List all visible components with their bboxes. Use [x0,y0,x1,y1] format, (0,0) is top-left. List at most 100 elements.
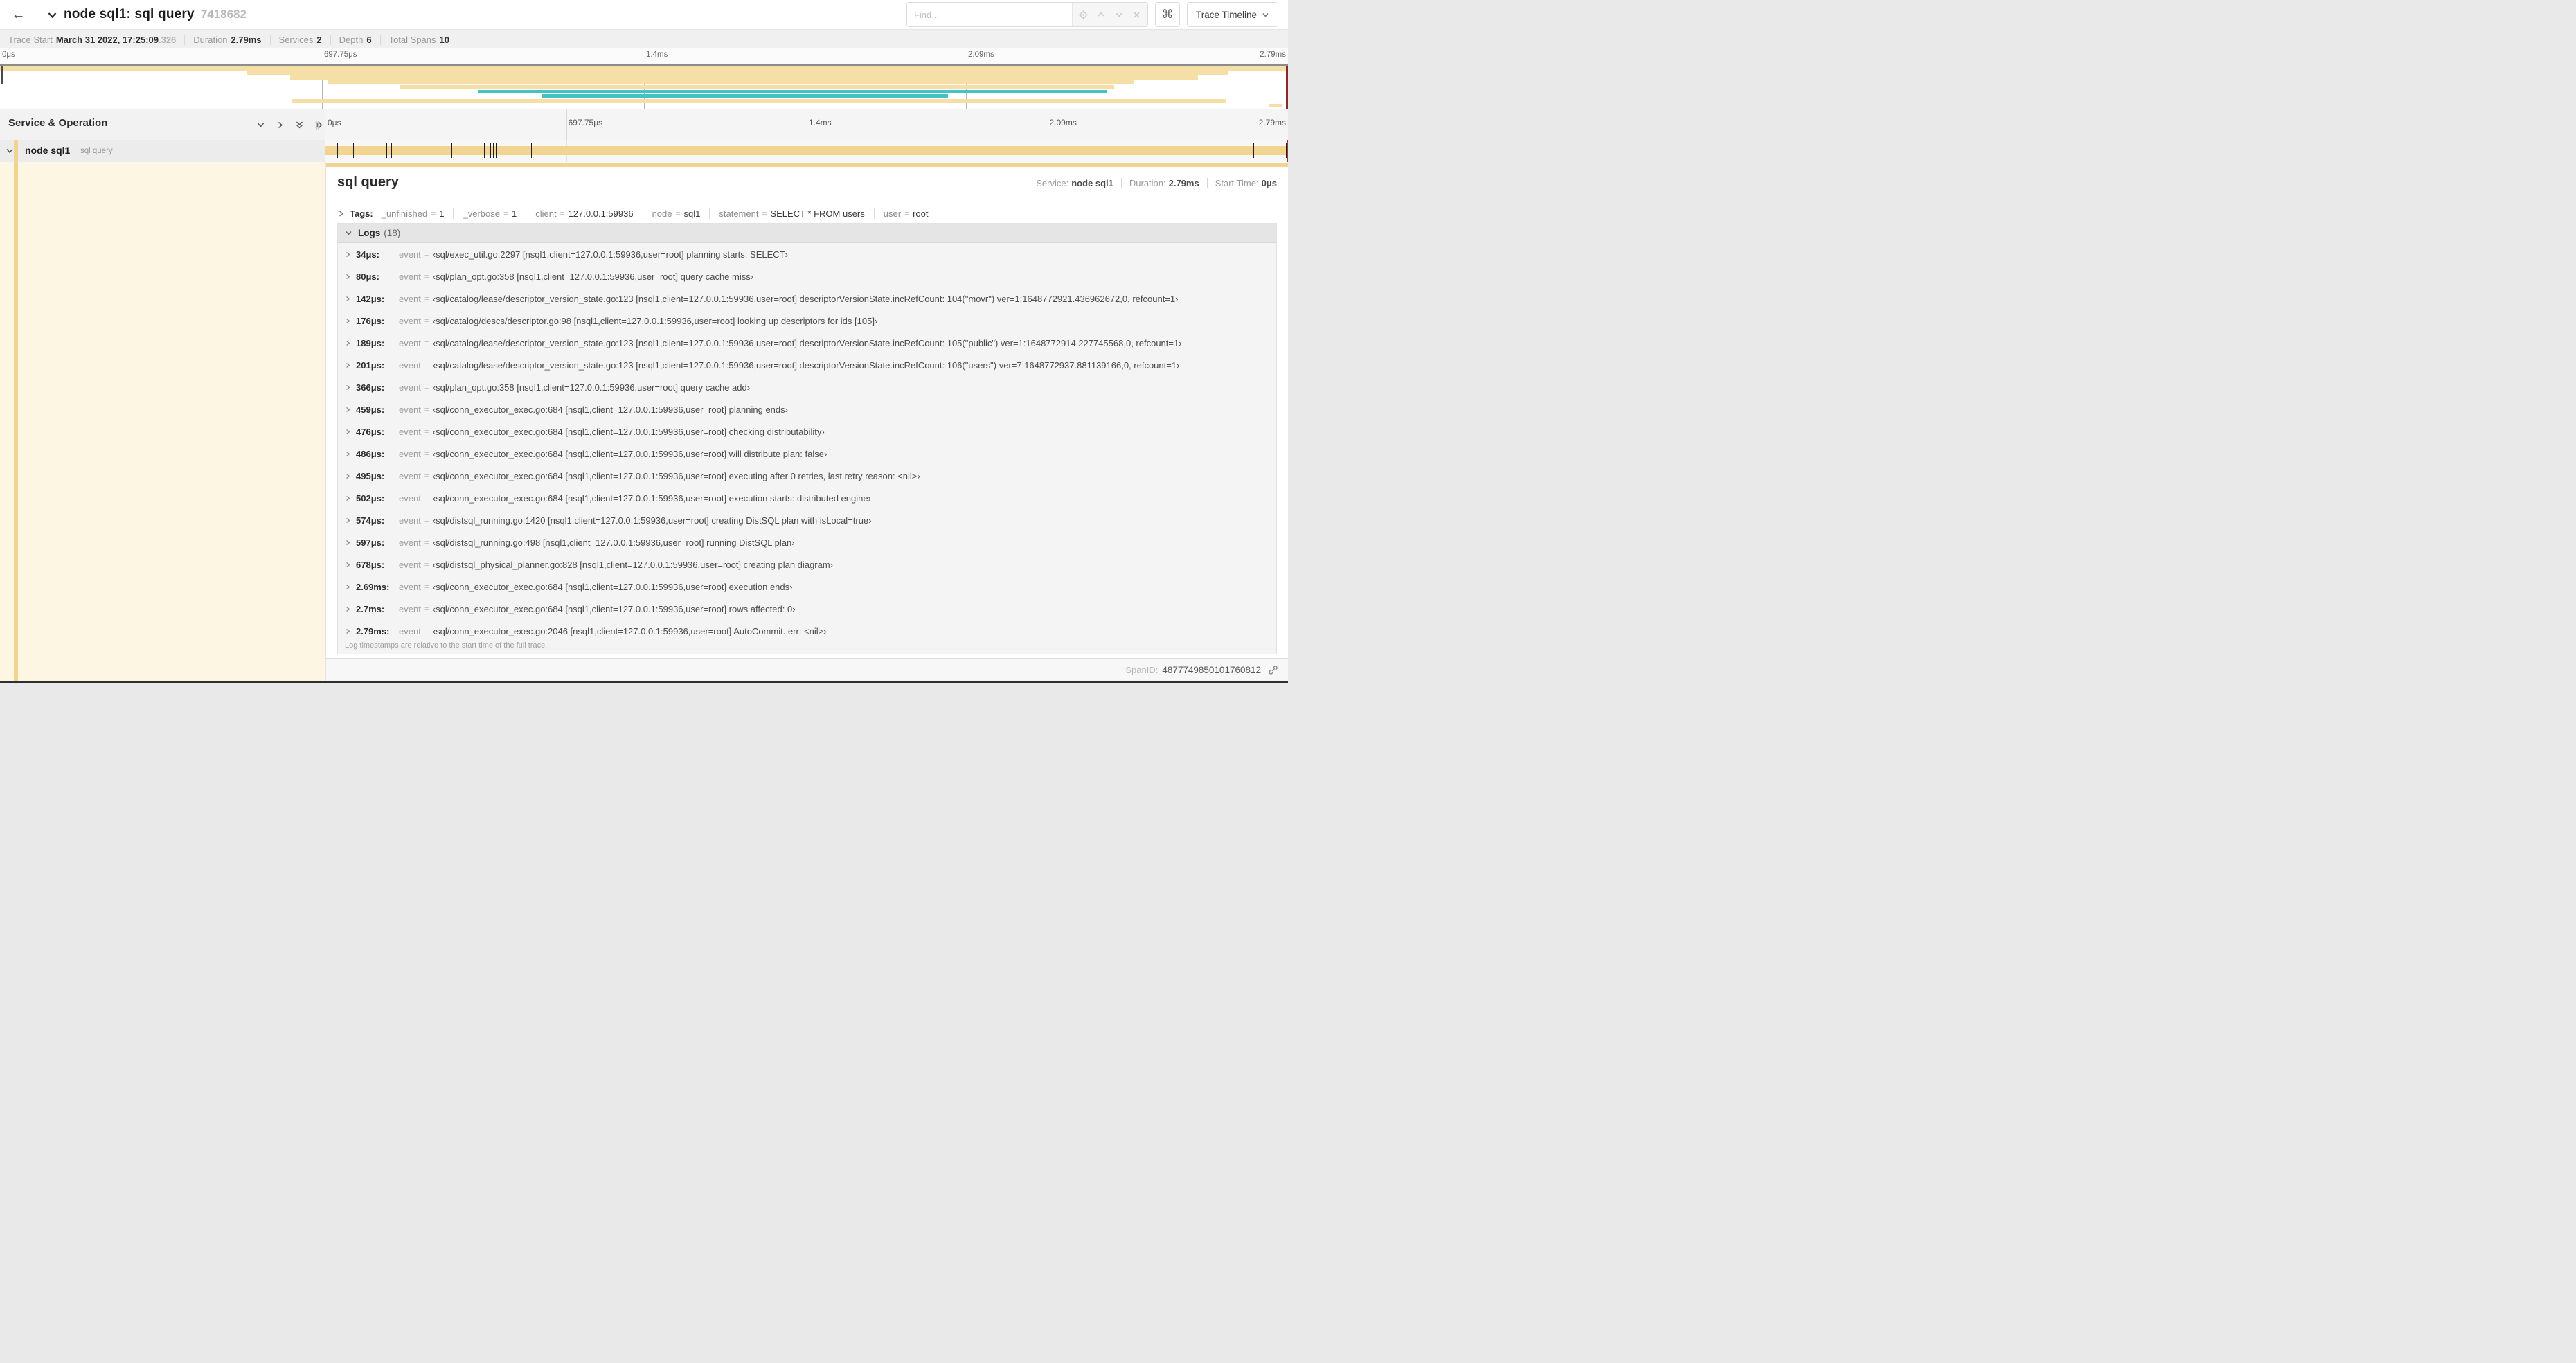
ruler-tick-label: 1.4ms [809,118,832,127]
tags-expand-icon[interactable] [337,210,345,217]
log-expand-icon[interactable] [345,451,351,457]
log-equals: = [424,427,429,436]
service-name: node sql1 [25,145,71,156]
log-expand-icon[interactable] [345,318,351,324]
row-collapse-icon[interactable] [6,147,14,155]
log-expand-icon[interactable] [345,517,351,524]
trace-info-label: Duration [193,34,228,45]
log-expand-icon[interactable] [345,251,351,258]
log-timestamp: 459μs: [356,404,385,415]
log-event-value: ‹sql/distsql_running.go:498 [nsql1,clien… [432,537,795,548]
trace-info-label: Trace Start [8,34,53,45]
minimap-left-scrubber[interactable] [1,66,3,84]
logs-footer-note: Log timestamps are relative to the start… [345,641,548,650]
log-row[interactable]: 2.7ms: event = ‹sql/conn_executor_exec.g… [338,598,1276,620]
collapse-all-icon[interactable] [294,119,305,130]
log-expand-icon[interactable] [345,384,351,391]
log-expand-icon[interactable] [345,495,351,501]
log-row[interactable]: 495μs: event = ‹sql/conn_executor_exec.g… [338,465,1276,487]
log-row[interactable]: 80μs: event = ‹sql/plan_opt.go:358 [nsql… [338,265,1276,287]
log-timestamp: 80μs: [356,271,379,282]
trace-timeline-dropdown[interactable]: Trace Timeline [1186,2,1278,27]
span-meta-item: Duration: 2.79ms [1120,178,1199,188]
log-timestamp: 2.79ms: [356,625,390,636]
log-expand-icon[interactable] [345,429,351,435]
log-event-key: event [399,249,421,260]
tags-row[interactable]: Tags: _unfinished = 1 _verbose = 1 clien… [337,204,1277,222]
log-expand-icon[interactable] [345,473,351,479]
log-expand-icon[interactable] [345,562,351,568]
log-equals: = [424,604,429,614]
find-group [906,2,1148,27]
log-row[interactable]: 142μs: event = ‹sql/catalog/lease/descri… [338,287,1276,310]
logs-header[interactable]: Logs (18) [338,224,1276,243]
log-event-key: event [399,359,421,371]
logs-collapse-icon[interactable] [345,229,352,237]
trace-info-extra: .326 [158,34,177,45]
log-row[interactable]: 176μs: event = ‹sql/catalog/descs/descri… [338,310,1276,332]
log-expand-icon[interactable] [345,540,351,546]
column-resizer-grip[interactable]: ∥ [315,119,320,130]
log-expand-icon[interactable] [345,407,351,413]
log-row[interactable]: 366μs: event = ‹sql/plan_opt.go:358 [nsq… [338,376,1276,398]
back-button[interactable]: ← [0,0,37,29]
log-expand-icon[interactable] [345,606,351,612]
span-duration-bar[interactable] [325,146,1288,155]
log-expand-icon[interactable] [345,296,351,302]
header-actions: ⌘ Trace Timeline [906,0,1278,29]
log-row[interactable]: 189μs: event = ‹sql/catalog/lease/descri… [338,332,1276,354]
log-row[interactable]: 597μs: event = ‹sql/distsql_running.go:4… [338,531,1276,553]
log-row[interactable]: 476μs: event = ‹sql/conn_executor_exec.g… [338,420,1276,443]
minimap-right-scrubber[interactable] [1286,66,1288,109]
next-result-icon[interactable] [1112,6,1126,23]
span-row-timeline[interactable] [325,140,1288,193]
log-event-value: ‹sql/conn_executor_exec.go:684 [nsql1,cl… [432,470,920,481]
locate-icon[interactable] [1077,6,1091,23]
log-expand-icon[interactable] [345,362,351,368]
log-row[interactable]: 486μs: event = ‹sql/conn_executor_exec.g… [338,443,1276,465]
log-row[interactable]: 201μs: event = ‹sql/catalog/lease/descri… [338,354,1276,376]
log-expand-icon[interactable] [345,628,351,634]
log-expand-icon[interactable] [345,584,351,590]
log-expand-icon[interactable] [345,340,351,346]
log-timestamp: 502μs: [356,492,385,504]
chevron-down-icon[interactable] [47,10,57,20]
timeline-ruler: 0μs 697.75μs 1.4ms 2.09ms 2.79ms [325,109,1288,140]
log-row[interactable]: 459μs: event = ‹sql/conn_executor_exec.g… [338,398,1276,420]
log-event-tick [337,143,338,158]
log-event-tick [496,143,497,158]
log-timestamp: 189μs: [356,337,385,348]
log-event-key: event [399,293,421,304]
prev-result-icon[interactable] [1094,6,1108,23]
log-row[interactable]: 34μs: event = ‹sql/exec_util.go:2297 [ns… [338,243,1276,265]
collapse-one-icon[interactable] [255,119,266,130]
log-event-tick [386,143,387,158]
expand-one-icon[interactable] [274,119,285,130]
keyboard-shortcuts-button[interactable]: ⌘ [1154,2,1180,27]
find-input[interactable] [906,3,1072,26]
minimap-span-bar [289,75,1198,80]
log-equals: = [424,316,429,326]
tag-key: user [883,208,902,219]
log-row[interactable]: 2.79ms: event = ‹sql/conn_executor_exec.… [338,620,1276,642]
minimap-canvas[interactable] [0,64,1288,110]
trace-info-value: 2 [316,34,322,45]
log-row[interactable]: 574μs: event = ‹sql/distsql_running.go:1… [338,509,1276,531]
log-event-key: event [399,470,421,481]
minimap-span-bar [478,89,1107,93]
trace-info-label: Total Spans [388,34,436,45]
log-expand-icon[interactable] [345,274,351,280]
copy-link-icon[interactable] [1268,665,1278,675]
log-row[interactable]: 678μs: event = ‹sql/distsql_physical_pla… [338,553,1276,576]
minimap-span-bar [1269,103,1282,108]
trace-title-group: node sql1: sql query 7418682 [47,0,247,29]
log-timestamp: 2.7ms: [356,603,385,614]
log-event-value: ‹sql/distsql_running.go:1420 [nsql1,clie… [432,515,872,526]
span-row-label[interactable]: node sql1 sql query [0,140,325,162]
span-meta-item: Service: node sql1 [1036,178,1113,188]
tag-equals: = [431,208,436,218]
clear-search-icon[interactable] [1129,6,1143,23]
log-row[interactable]: 2.69ms: event = ‹sql/conn_executor_exec.… [338,576,1276,598]
log-row[interactable]: 502μs: event = ‹sql/conn_executor_exec.g… [338,487,1276,509]
tag-key: _verbose [463,208,500,219]
